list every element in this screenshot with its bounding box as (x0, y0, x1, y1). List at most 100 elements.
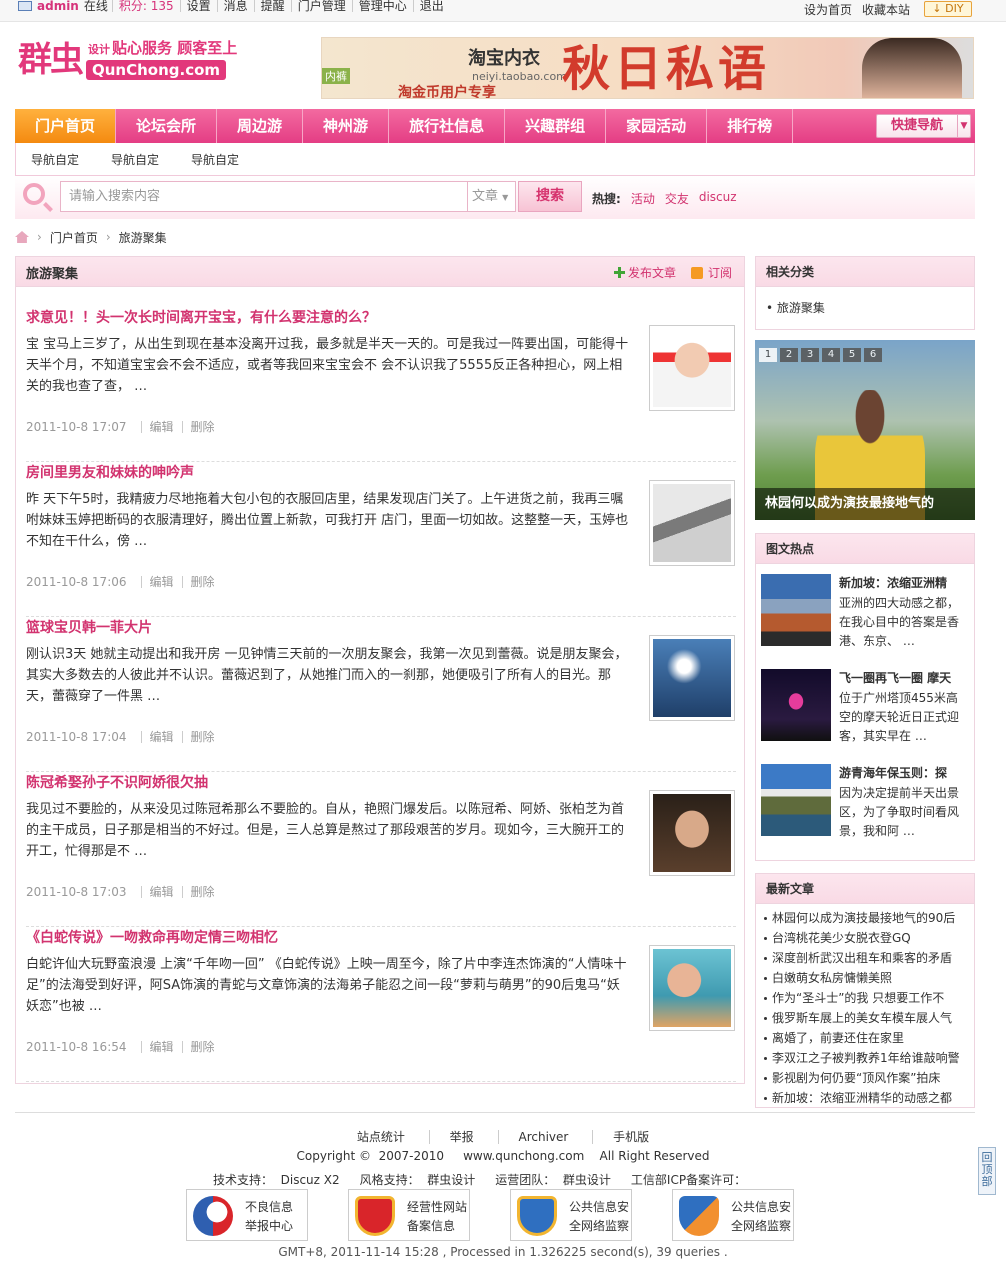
latest-article-link[interactable]: 离婚了，前妻还住在家里 (764, 1028, 966, 1048)
business-record-badge[interactable]: 经营性网站 备案信息 (348, 1189, 470, 1241)
report-logo-icon (193, 1196, 233, 1236)
article-title[interactable]: 求意见！！头一次长时间离开宝宝，有什么要注意的么？ (26, 307, 376, 327)
article-thumbnail[interactable] (649, 790, 735, 876)
latest-article-link[interactable]: 作为“圣斗士”的我 只想要工作不 (764, 988, 966, 1008)
publish-article-button[interactable]: 发布文章 (614, 264, 676, 281)
article-title[interactable]: 《白蛇传说》一吻救命再吻定情三吻相忆 (26, 927, 278, 947)
pic-thumbnail[interactable] (761, 574, 831, 646)
slider-caption[interactable]: 林园何以成为演技最接地气的 (755, 488, 975, 520)
pic-thumbnail[interactable] (761, 669, 831, 741)
slider-dot[interactable]: 6 (864, 348, 882, 362)
security-badge[interactable]: 公共信息安 全网络监察 (672, 1189, 794, 1241)
breadcrumb-portal-home[interactable]: 门户首页 (50, 229, 98, 246)
search-input[interactable]: 请输入搜索内容 (60, 181, 468, 212)
subnav-item[interactable]: 导航自定 (96, 151, 176, 168)
latest-article-link[interactable]: 深度剖析武汉出租车和乘客的矛盾 (764, 948, 966, 968)
edit-link[interactable]: 编辑 (140, 731, 182, 743)
hot-search-link[interactable]: 交友 (665, 190, 689, 207)
article-thumbnail[interactable] (649, 945, 735, 1031)
subnav-item[interactable]: 导航自定 (16, 151, 96, 168)
edit-link[interactable]: 编辑 (140, 1041, 182, 1053)
slider-dot[interactable]: 3 (801, 348, 819, 362)
admin-center-link[interactable]: 管理中心 (351, 0, 413, 12)
slider-dot[interactable]: 5 (843, 348, 861, 362)
subscribe-button[interactable]: 订阅 (691, 264, 732, 281)
archiver-link[interactable]: Archiver (497, 1130, 589, 1144)
delete-link[interactable]: 删除 (181, 576, 223, 588)
nav-item-forum[interactable]: 论坛会所 (116, 109, 218, 143)
delete-link[interactable]: 删除 (181, 421, 223, 433)
related-category-link[interactable]: 旅游聚集 (777, 301, 825, 315)
nav-item-home-activity[interactable]: 家园活动 (606, 109, 708, 143)
edit-link[interactable]: 编辑 (140, 886, 182, 898)
nav-item-ranking[interactable]: 排行榜 (707, 109, 794, 143)
pic-desc: 亚洲的四大动感之都，在我心目中的答案是香港、东京、 … (839, 596, 960, 648)
delete-link[interactable]: 删除 (181, 886, 223, 898)
latest-article-link[interactable]: 白嫩萌女私房慵懒美照 (764, 968, 966, 988)
article-thumbnail[interactable] (649, 480, 735, 566)
article-thumbnail[interactable] (649, 325, 735, 411)
points-link[interactable]: 积分: 135 (111, 0, 180, 12)
hot-search-link[interactable]: discuz (699, 190, 737, 207)
article-title[interactable]: 陈冠希娶孙子不识阿娇很欠抽 (26, 772, 208, 792)
diy-button[interactable]: ↓ DIY (924, 1, 972, 17)
nav-item-nearby-travel[interactable]: 周边游 (217, 109, 304, 143)
breadcrumb-current[interactable]: 旅游聚集 (119, 229, 167, 246)
article-thumbnail[interactable] (649, 635, 735, 721)
username-link[interactable]: admin (37, 0, 79, 12)
chevron-down-icon: ▼ (502, 193, 509, 202)
pic-title[interactable]: 飞一圈再飞一圈 摩天 (839, 669, 951, 686)
search-button[interactable]: 搜索 (518, 181, 582, 212)
slider-dot[interactable]: 2 (780, 348, 798, 362)
portal-admin-link[interactable]: 门户管理 (290, 0, 352, 12)
pic-title[interactable]: 新加坡：浓缩亚洲精 (839, 574, 947, 591)
nav-item-groups[interactable]: 兴趣群组 (505, 109, 607, 143)
article-title[interactable]: 房间里男友和妹妹的呻吟声 (26, 462, 194, 482)
article-title[interactable]: 篮球宝贝韩一菲大片 (26, 617, 152, 637)
subnav-item[interactable]: 导航自定 (176, 151, 256, 168)
report-center-badge[interactable]: 不良信息 举报中心 (186, 1189, 308, 1241)
nav-item-china-travel[interactable]: 神州游 (303, 109, 390, 143)
article-summary: 刚认识3天 她就主动提出和我开房 一见钟情三天前的一次朋友聚会，我第一次见到蕾薇… (26, 647, 628, 704)
hot-search-link[interactable]: 活动 (631, 190, 655, 207)
settings-link[interactable]: 设置 (179, 0, 217, 12)
latest-article-link[interactable]: 俄罗斯车展上的美女车模车展人气 (764, 1008, 966, 1028)
home-icon[interactable] (15, 231, 29, 243)
notifications-link[interactable]: 提醒 (253, 0, 291, 12)
image-slider[interactable]: 1 2 3 4 5 6 林园何以成为演技最接地气的 (755, 340, 975, 520)
panel-title: 旅游聚集 (26, 267, 79, 282)
pic-desc: 因为决定提前半天出景区，为了争取时间看风景，我和阿 … (839, 786, 960, 838)
banner-model-image (862, 38, 962, 98)
site-stats-link[interactable]: 站点统计 (337, 1130, 425, 1144)
latest-article-link[interactable]: 影视剧为何仍要“顶风作案”拍床 (764, 1068, 966, 1088)
set-homepage-link[interactable]: 设为首页 (804, 0, 852, 21)
slider-dot[interactable]: 4 (822, 348, 840, 362)
edit-link[interactable]: 编辑 (140, 421, 182, 433)
search-type-select[interactable]: 文章 ▼ (468, 181, 516, 212)
report-link[interactable]: 举报 (428, 1130, 494, 1144)
pic-title[interactable]: 游青海年保玉则：探 (839, 764, 947, 781)
online-status[interactable]: 在线 (84, 0, 108, 12)
site-logo[interactable]: 群虫 设计 贴心服务 顾客至上 QunChong.com (18, 38, 258, 86)
latest-article-link[interactable]: 李双江之子被判教养1年给谁敲响警 (764, 1048, 966, 1068)
ad-banner[interactable]: 内裤 淘宝内衣 neiyi.taobao.com 淘金币用户专享 秋日私语 (321, 37, 974, 99)
nav-item-agency-info[interactable]: 旅行社信息 (389, 109, 506, 143)
list-item: 《白蛇传说》一吻救命再吻定情三吻相忆 白蛇许仙大玩野蛮浪漫 上演“千年吻一回” … (26, 927, 736, 1082)
latest-article-link[interactable]: 新加坡：浓缩亚洲精华的动感之都 (764, 1088, 966, 1108)
bookmark-link[interactable]: 收藏本站 (862, 0, 910, 21)
back-to-top-button[interactable]: 回顶部 (978, 1147, 996, 1195)
logout-link[interactable]: 退出 (412, 0, 450, 12)
edit-link[interactable]: 编辑 (140, 576, 182, 588)
quick-nav-button[interactable]: 快捷导航 ▼ (876, 114, 971, 138)
latest-article-link[interactable]: 林园何以成为演技最接地气的90后 (764, 908, 966, 928)
slider-dot[interactable]: 1 (759, 348, 777, 362)
delete-link[interactable]: 删除 (181, 731, 223, 743)
delete-link[interactable]: 删除 (181, 1041, 223, 1053)
security-badge[interactable]: 公共信息安 全网络监察 (510, 1189, 632, 1241)
latest-article-link[interactable]: 台湾桃花美少女脱衣登GQ (764, 928, 966, 948)
messages-link[interactable]: 消息 (216, 0, 254, 12)
pic-thumbnail[interactable] (761, 764, 831, 836)
nav-item-portal-home[interactable]: 门户首页 (15, 109, 117, 143)
mobile-link[interactable]: 手机版 (592, 1130, 670, 1144)
banner-shop: 淘宝内衣 (468, 48, 540, 69)
